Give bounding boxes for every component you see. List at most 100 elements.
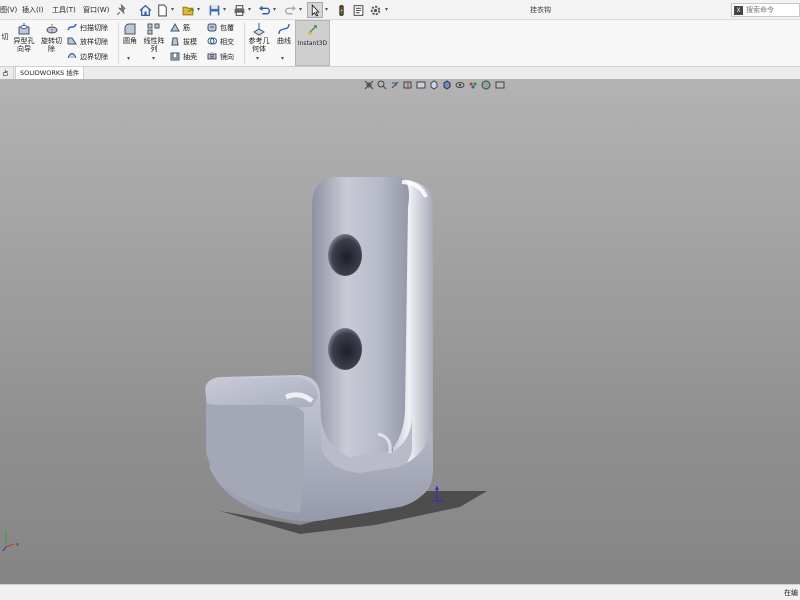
mirror-icon <box>207 52 217 60</box>
status-bar: 在编 <box>0 584 800 600</box>
hole-wizard-label: 异型孔 向导 <box>13 37 35 53</box>
boundary-cut-label: 边界切除 <box>80 53 108 61</box>
print-dropdown-chevron-icon[interactable]: ▾ <box>248 7 253 13</box>
instant3d-label: Instant3D <box>297 40 328 47</box>
document-title: 挂衣钩 <box>530 6 551 14</box>
curves-button[interactable]: 曲线 <box>274 22 294 45</box>
menu-window[interactable]: 窗口(W) <box>83 5 109 15</box>
print-icon[interactable] <box>231 2 247 18</box>
fillet-label: 圆角 <box>123 37 137 45</box>
fillet-button[interactable]: 圆角 <box>120 22 140 45</box>
title-bar: 图(V) 插入(I) 工具(T) 窗口(W) ▾ ▾ ▾ ▾ ▾ ▾ ▾ ▾ 挂… <box>0 0 800 20</box>
boundary-cut-button[interactable]: 边界切除 <box>67 51 108 63</box>
search-input[interactable] <box>746 5 800 15</box>
curves-dropdown-chevron-icon[interactable]: ▾ <box>281 55 284 62</box>
rebuild-light-icon[interactable] <box>333 2 349 18</box>
fillet-icon <box>124 23 136 35</box>
select-pointer-icon[interactable] <box>307 2 323 18</box>
reference-geometry-icon <box>253 23 265 36</box>
swept-cut-label: 扫描切除 <box>80 24 108 32</box>
status-text: 在编 <box>784 589 798 597</box>
revolved-cut-label: 旋转切 除 <box>41 37 62 53</box>
shell-button[interactable]: 抽壳 <box>170 51 197 63</box>
draft-button[interactable]: 拔模 <box>170 36 197 48</box>
shell-icon <box>170 52 180 61</box>
wrap-button[interactable]: 包覆 <box>207 22 234 34</box>
cut-label: 切 <box>1 33 9 41</box>
upper-screw-hole <box>328 234 362 276</box>
svg-text:x: x <box>16 542 19 548</box>
gear-icon[interactable] <box>367 2 383 18</box>
draft-icon <box>171 37 179 46</box>
rib-icon <box>170 22 180 32</box>
graphics-viewport[interactable]: x <box>0 79 800 584</box>
mirror-label: 镜向 <box>220 53 234 61</box>
intersect-icon <box>207 37 217 45</box>
wrap-icon <box>207 23 217 32</box>
new-dropdown-chevron-icon[interactable]: ▾ <box>171 7 176 13</box>
cut-button[interactable]: 切 <box>0 22 10 41</box>
file-properties-icon[interactable] <box>350 2 366 18</box>
redo-dropdown-chevron-icon[interactable]: ▾ <box>299 7 304 13</box>
hole-wizard-icon <box>18 23 30 35</box>
rib-button[interactable]: 筋 <box>170 22 190 34</box>
pin-icon[interactable] <box>113 2 129 18</box>
rib-label: 筋 <box>183 24 190 32</box>
new-document-icon[interactable] <box>154 2 170 18</box>
reference-geometry-label: 参考几 何体 <box>248 37 270 53</box>
command-manager-tabs: 占 SOLIDWORKS 插件 <box>0 67 800 79</box>
reference-triad: x <box>2 531 19 552</box>
curves-icon <box>278 23 290 35</box>
save-icon[interactable] <box>206 2 222 18</box>
select-dropdown-chevron-icon[interactable]: ▾ <box>325 7 330 13</box>
menu-view[interactable]: 图(V) <box>0 5 17 15</box>
search-commands-box[interactable]: X <box>731 3 800 17</box>
curves-label: 曲线 <box>277 37 291 45</box>
cut-icon <box>0 22 10 32</box>
swept-cut-icon <box>67 23 77 31</box>
linear-pattern-button[interactable]: 线性阵 列 <box>142 22 166 53</box>
menu-insert[interactable]: 插入(I) <box>22 5 44 15</box>
command-ribbon: 切 异型孔 向导 旋转切 除 扫描切除 放样切除 边界切除 圆角 ▾ 线性阵 列… <box>0 20 800 67</box>
ribbon-separator <box>244 22 245 64</box>
menu-tools[interactable]: 工具(T) <box>52 5 76 15</box>
intersect-label: 相交 <box>220 38 234 46</box>
undo-icon[interactable] <box>256 2 272 18</box>
shell-label: 抽壳 <box>183 53 197 61</box>
hook-back-front-face <box>312 177 409 463</box>
linear-pattern-label: 线性阵 列 <box>143 37 165 53</box>
intersect-button[interactable]: 相交 <box>207 36 234 48</box>
hook-foot-front-face <box>206 401 304 513</box>
reference-geometry-button[interactable]: 参考几 何体 <box>246 22 272 53</box>
tab-partial[interactable]: 占 <box>0 67 14 79</box>
lower-screw-hole <box>328 328 362 370</box>
open-dropdown-chevron-icon[interactable]: ▾ <box>197 7 202 13</box>
open-folder-icon[interactable] <box>180 2 196 18</box>
revolved-cut-button[interactable]: 旋转切 除 <box>39 22 64 53</box>
pattern-dropdown-chevron-icon[interactable]: ▾ <box>152 55 155 62</box>
boundary-cut-icon <box>67 53 77 59</box>
undo-dropdown-chevron-icon[interactable]: ▾ <box>273 7 278 13</box>
instant3d-icon <box>307 25 317 35</box>
coat-hook-model[interactable]: x <box>0 79 800 584</box>
redo-icon[interactable] <box>282 2 298 18</box>
ribbon-separator <box>118 22 119 64</box>
lofted-cut-button[interactable]: 放样切除 <box>67 36 108 48</box>
wrap-label: 包覆 <box>220 24 234 32</box>
hole-wizard-button[interactable]: 异型孔 向导 <box>12 22 36 53</box>
draft-label: 拔模 <box>183 38 197 46</box>
home-icon[interactable] <box>137 2 153 18</box>
swept-cut-button[interactable]: 扫描切除 <box>67 22 108 34</box>
tab-solidworks-addins[interactable]: SOLIDWORKS 插件 <box>15 67 85 79</box>
lofted-cut-label: 放样切除 <box>80 38 108 46</box>
reference-geometry-dropdown-chevron-icon[interactable]: ▾ <box>256 55 259 62</box>
search-brand-icon: X <box>734 6 743 15</box>
save-dropdown-chevron-icon[interactable]: ▾ <box>223 7 228 13</box>
instant3d-button[interactable]: Instant3D <box>295 20 330 66</box>
mirror-button[interactable]: 镜向 <box>207 51 234 63</box>
lofted-cut-icon <box>67 37 77 45</box>
linear-pattern-icon <box>147 23 160 35</box>
options-dropdown-chevron-icon[interactable]: ▾ <box>385 7 390 13</box>
revolved-cut-icon <box>46 24 57 34</box>
fillet-dropdown-chevron-icon[interactable]: ▾ <box>127 55 130 62</box>
